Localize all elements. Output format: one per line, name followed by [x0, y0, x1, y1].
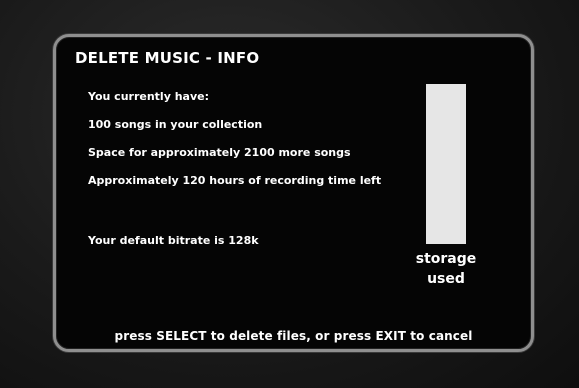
storage-used-meter — [426, 84, 466, 244]
storage-used-label: storage used — [401, 249, 491, 289]
storage-label-line2: used — [427, 271, 465, 287]
storage-label-line1: storage — [415, 251, 477, 267]
info-list: You currently have: 100 songs in your co… — [88, 90, 381, 202]
dialog-title: DELETE MUSIC - INFO — [75, 49, 260, 67]
tv-screen: DELETE MUSIC - INFO You currently have: … — [0, 0, 579, 388]
info-line-current: You currently have: — [88, 90, 209, 103]
storage-used-fill — [426, 84, 466, 244]
info-line-space-remaining: Space for approximately 2100 more songs — [88, 146, 351, 159]
info-line-song-count: 100 songs in your collection — [88, 118, 263, 131]
info-line-recording-time: Approximately 120 hours of recording tim… — [88, 174, 382, 187]
footer-instructions: press SELECT to delete files, or press E… — [114, 329, 473, 343]
default-bitrate-text: Your default bitrate is 128k — [88, 234, 259, 247]
delete-music-info-dialog: DELETE MUSIC - INFO You currently have: … — [53, 34, 534, 352]
